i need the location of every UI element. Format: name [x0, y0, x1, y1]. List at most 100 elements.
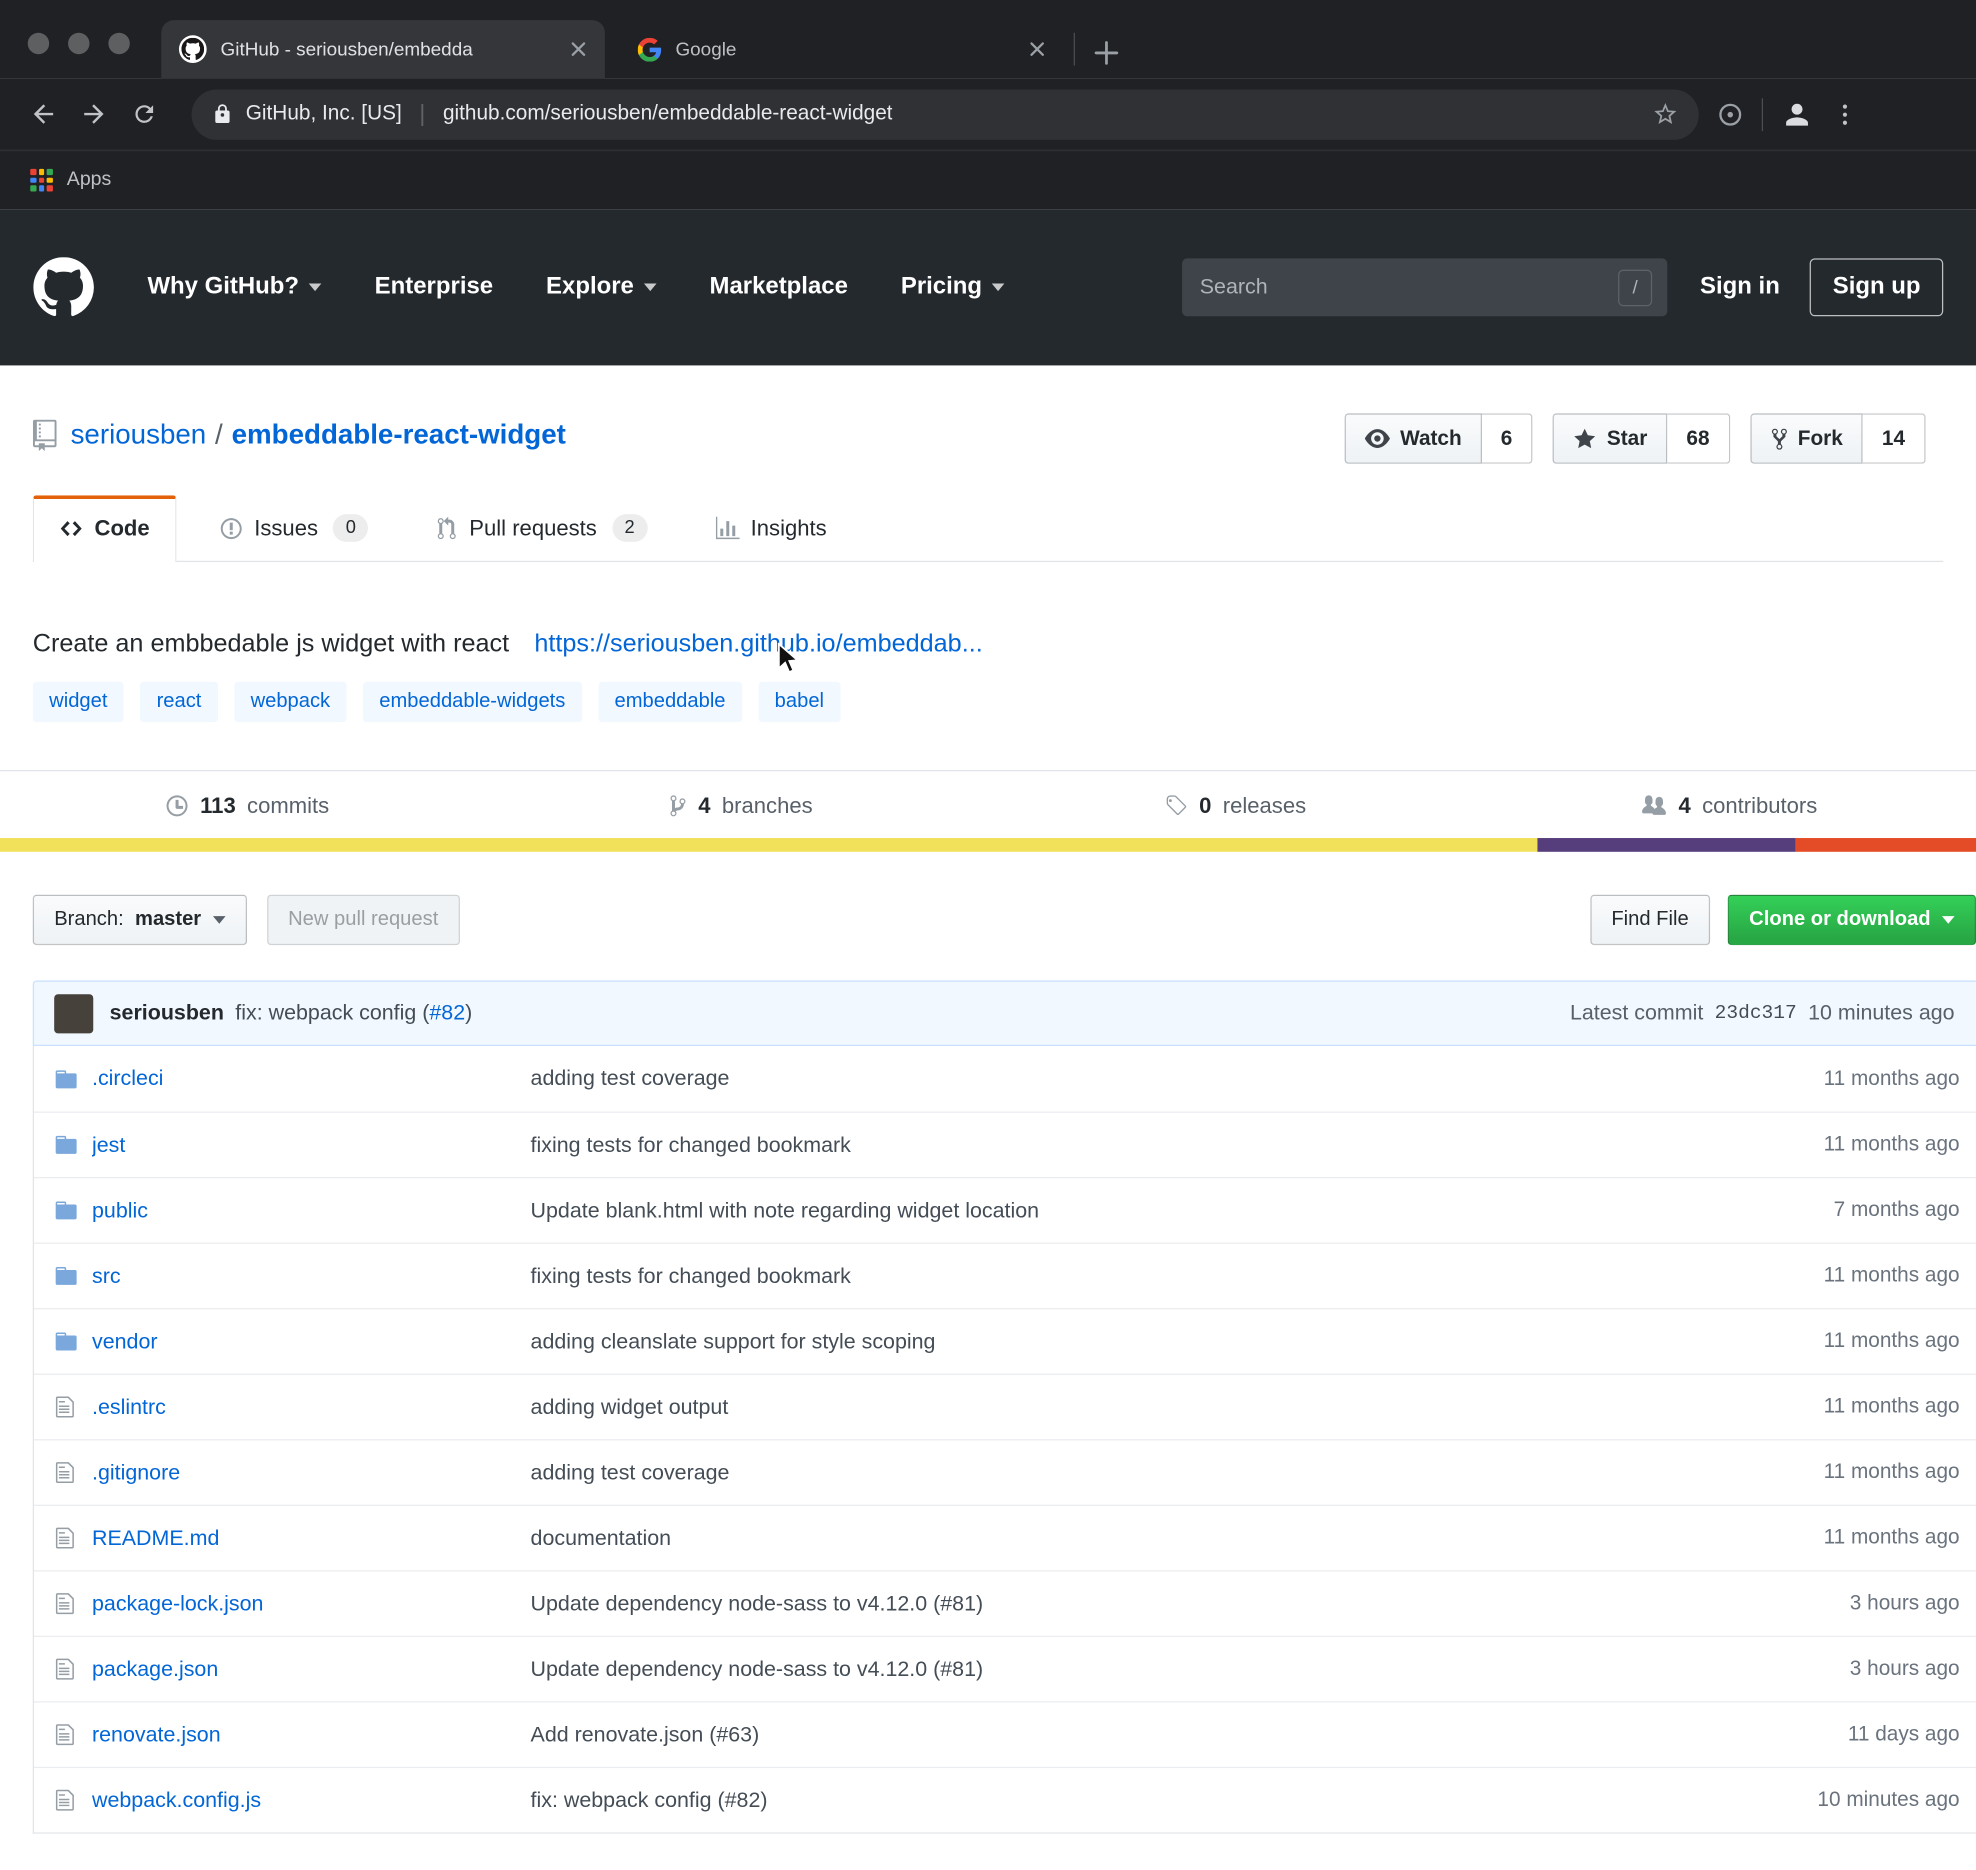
file-link[interactable]: public — [92, 1198, 531, 1223]
repo-social-actions: Watch 6 Star 68 Fork 14 — [1345, 413, 1926, 463]
file-age: 11 months ago — [1703, 1133, 1968, 1157]
tab-google[interactable]: Google — [620, 20, 1064, 78]
repo-about-row: Create an embbedable js widget with reac… — [33, 630, 1943, 659]
commit-message-link[interactable]: fix: webpack config (#82) — [531, 1788, 1703, 1813]
file-link[interactable]: package.json — [92, 1657, 531, 1682]
commit-message-link[interactable]: fixing tests for changed bookmark — [531, 1263, 1703, 1288]
commit-message-link[interactable]: Update dependency node-sass to v4.12.0 (… — [531, 1591, 1703, 1616]
table-row: public Update blank.html with note regar… — [34, 1177, 1976, 1243]
watch-count[interactable]: 6 — [1482, 413, 1533, 463]
apps-grid-icon[interactable] — [30, 169, 53, 192]
file-link[interactable]: package-lock.json — [92, 1591, 531, 1616]
nav-why-github[interactable]: Why GitHub? — [147, 273, 321, 301]
contributors-stat[interactable]: 4contributors — [1482, 793, 1976, 819]
file-link[interactable]: webpack.config.js — [92, 1788, 531, 1813]
commit-message-link[interactable]: adding test coverage — [531, 1460, 1703, 1485]
commit-message-link[interactable]: Update dependency node-sass to v4.12.0 (… — [531, 1657, 1703, 1682]
commit-sha-link[interactable]: 23dc317 — [1715, 1002, 1797, 1025]
repo-website-link[interactable]: https://seriousben.github.io/embeddab... — [534, 630, 982, 659]
branches-stat[interactable]: 4branches — [494, 793, 988, 819]
topic-tag[interactable]: embeddable — [598, 682, 742, 722]
language-bar[interactable] — [0, 838, 1976, 852]
commit-author-link[interactable]: seriousben — [110, 1001, 224, 1026]
commit-message-link[interactable]: adding test coverage — [531, 1066, 1703, 1091]
file-age: 11 months ago — [1703, 1067, 1968, 1091]
tab-issues[interactable]: Issues0 — [194, 494, 394, 561]
tab-pull-requests[interactable]: Pull requests2 — [411, 494, 672, 561]
fork-button[interactable]: Fork — [1750, 413, 1863, 463]
close-icon[interactable] — [567, 38, 590, 61]
address-bar[interactable]: GitHub, Inc. [US] | github.com/seriousbe… — [192, 89, 1699, 139]
bookmark-star-icon[interactable] — [1652, 101, 1678, 127]
clock-icon — [165, 794, 189, 818]
file-age: 11 months ago — [1703, 1461, 1968, 1485]
watch-button[interactable]: Watch — [1345, 413, 1482, 463]
traffic-light-zoom[interactable] — [108, 33, 129, 54]
latest-commit-label: Latest commit — [1570, 1001, 1703, 1026]
branch-select-button[interactable]: Branch:master — [33, 895, 247, 945]
back-button[interactable] — [18, 89, 68, 139]
watch-group: Watch 6 — [1345, 413, 1533, 463]
pull-request-icon — [437, 516, 458, 540]
topic-tag[interactable]: embeddable-widgets — [363, 682, 582, 722]
topic-tag[interactable]: babel — [758, 682, 840, 722]
file-link[interactable]: .eslintrc — [92, 1394, 531, 1419]
nav-marketplace[interactable]: Marketplace — [709, 273, 847, 301]
repo-name-link[interactable]: embeddable-react-widget — [232, 418, 566, 451]
forward-button[interactable] — [68, 89, 118, 139]
new-tab-button[interactable] — [1093, 39, 1121, 67]
file-link[interactable]: src — [92, 1263, 531, 1288]
commit-message-link[interactable]: Add renovate.json (#63) — [531, 1722, 1703, 1747]
find-file-button[interactable]: Find File — [1590, 895, 1710, 945]
search-input[interactable] — [1197, 273, 1618, 301]
star-button[interactable]: Star — [1553, 413, 1668, 463]
nav-explore[interactable]: Explore — [546, 273, 657, 301]
repo-description: Create an embbedable js widget with reac… — [33, 630, 509, 659]
clone-or-download-button[interactable]: Clone or download — [1728, 895, 1976, 945]
star-count[interactable]: 68 — [1667, 413, 1729, 463]
new-pull-request-button[interactable]: New pull request — [267, 895, 460, 945]
tab-github[interactable]: GitHub - seriousben/embedda — [161, 20, 605, 78]
file-link[interactable]: .gitignore — [92, 1460, 531, 1485]
files-section: seriousben fix: webpack config (#82) Lat… — [33, 980, 1976, 1833]
github-logo[interactable] — [33, 257, 95, 317]
commits-stat[interactable]: 113commits — [0, 793, 494, 819]
nav-pricing[interactable]: Pricing — [901, 273, 1005, 301]
tab-code[interactable]: Code — [33, 495, 176, 562]
releases-stat[interactable]: 0releases — [988, 793, 1482, 819]
url-text: github.com/seriousben/embeddable-react-w… — [443, 102, 893, 126]
nav-enterprise[interactable]: Enterprise — [375, 273, 493, 301]
file-link[interactable]: vendor — [92, 1329, 531, 1354]
apps-label[interactable]: Apps — [67, 169, 112, 192]
commit-message-link[interactable]: Update blank.html with note regarding wi… — [531, 1198, 1703, 1223]
folder-icon — [54, 1330, 92, 1354]
traffic-light-minimize[interactable] — [68, 33, 89, 54]
issue-link[interactable]: #82 — [429, 1001, 465, 1025]
traffic-light-close[interactable] — [28, 33, 49, 54]
table-row: .circleci adding test coverage 11 months… — [34, 1046, 1976, 1112]
file-icon — [54, 1395, 92, 1419]
repo-owner-link[interactable]: seriousben — [71, 418, 207, 451]
close-icon[interactable] — [1026, 38, 1049, 61]
fork-count[interactable]: 14 — [1863, 413, 1925, 463]
topic-tag[interactable]: react — [140, 682, 218, 722]
sign-in-link[interactable]: Sign in — [1700, 273, 1780, 301]
sign-up-button[interactable]: Sign up — [1810, 258, 1943, 316]
commit-message-link[interactable]: adding cleanslate support for style scop… — [531, 1329, 1703, 1354]
extension-icon[interactable] — [1716, 100, 1744, 128]
file-link[interactable]: README.md — [92, 1525, 531, 1550]
file-link[interactable]: renovate.json — [92, 1722, 531, 1747]
topic-tag[interactable]: webpack — [234, 682, 346, 722]
profile-avatar[interactable] — [1781, 98, 1814, 131]
reload-button[interactable] — [118, 89, 168, 139]
overflow-menu-icon[interactable] — [1831, 100, 1859, 128]
file-age: 3 hours ago — [1703, 1592, 1968, 1616]
avatar[interactable] — [54, 994, 93, 1033]
file-link[interactable]: .circleci — [92, 1066, 531, 1091]
commit-message-link[interactable]: fixing tests for changed bookmark — [531, 1132, 1703, 1157]
topic-tag[interactable]: widget — [33, 682, 124, 722]
tab-insights[interactable]: Insights — [690, 495, 852, 561]
commit-message-link[interactable]: adding widget output — [531, 1394, 1703, 1419]
commit-message-link[interactable]: documentation — [531, 1525, 1703, 1550]
file-link[interactable]: jest — [92, 1132, 531, 1157]
